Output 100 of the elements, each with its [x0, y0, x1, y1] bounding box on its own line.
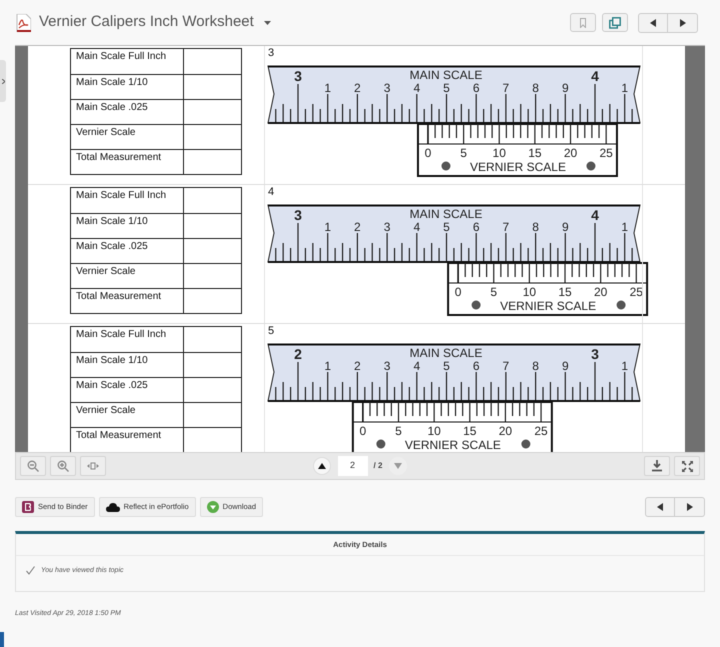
zoom-in-button[interactable] — [50, 456, 76, 476]
fit-width-button[interactable] — [80, 456, 106, 476]
scale-number: 3 — [384, 220, 390, 234]
inch-number: 4 — [591, 68, 599, 84]
scale-number: 8 — [532, 81, 539, 95]
table-cell: Vernier Scale — [71, 264, 184, 288]
download-icon — [651, 460, 663, 472]
next-button[interactable] — [675, 497, 705, 517]
previous-button[interactable] — [638, 12, 668, 32]
scale-number: 2 — [354, 359, 361, 373]
vernier-number: 25 — [630, 285, 643, 299]
scale-number: 9 — [562, 81, 569, 95]
open-window-button[interactable] — [602, 13, 628, 32]
windows-icon — [609, 16, 621, 28]
checkmark-icon — [26, 566, 35, 575]
scale-number: 8 — [532, 359, 539, 373]
fit-width-icon — [87, 462, 99, 470]
scale-number: 8 — [532, 220, 539, 234]
pdf-file-icon — [16, 14, 31, 32]
vernier-number: 10 — [492, 146, 506, 160]
scale-number: 1 — [324, 81, 332, 95]
vernier-number: 10 — [522, 285, 536, 299]
table-cell: Main Scale 1/10 — [71, 214, 184, 238]
table-cell: Vernier Scale — [71, 125, 184, 149]
scale-title: MAIN SCALE — [410, 68, 482, 82]
scale-number: 2 — [354, 220, 361, 234]
caret-down-icon[interactable] — [264, 20, 271, 24]
scale-number: 6 — [472, 81, 480, 95]
vernier-number: 0 — [424, 146, 432, 160]
inch-number: 3 — [294, 68, 302, 84]
up-triangle-icon — [318, 463, 326, 469]
page-count: / 2 — [374, 460, 382, 472]
vernier-number: 25 — [534, 424, 548, 438]
zoom-out-button[interactable] — [20, 456, 46, 476]
scale-number: 6 — [472, 359, 480, 373]
fullscreen-icon — [682, 460, 692, 472]
fullscreen-button[interactable] — [674, 456, 700, 476]
vernier-number: 15 — [558, 285, 572, 299]
vernier-number: 10 — [427, 424, 441, 438]
zoom-out-icon — [27, 460, 39, 472]
right-triangle-icon — [680, 18, 686, 26]
next-button[interactable] — [668, 12, 698, 32]
download-button[interactable] — [644, 456, 670, 476]
table-cell: Main Scale .025 — [71, 378, 184, 402]
scale-title: VERNIER SCALE — [404, 438, 501, 452]
table-cell: Main Scale Full Inch — [71, 188, 184, 213]
inch-number: 2 — [294, 346, 302, 362]
scale-title: VERNIER SCALE — [470, 160, 566, 174]
table-cell: Main Scale 1/10 — [71, 75, 184, 99]
down-triangle-icon — [394, 463, 402, 469]
scale-number: 5 — [443, 81, 450, 95]
scale-number: 7 — [502, 220, 510, 234]
vernier-number: 20 — [498, 424, 512, 438]
scale-number: 4 — [413, 81, 420, 95]
scale-number: 1 — [621, 359, 628, 373]
table-cell: Main Scale Full Inch — [71, 49, 184, 74]
vernier-number: 15 — [528, 146, 542, 160]
scale-title: VERNIER SCALE — [500, 299, 596, 313]
inch-number: 3 — [294, 207, 302, 223]
binder-icon — [22, 501, 34, 513]
vernier-number: 20 — [564, 146, 578, 160]
side-tab[interactable] — [0, 60, 6, 102]
bookmark-icon — [580, 18, 586, 28]
chevron-right-icon — [2, 78, 4, 84]
scale-number: 4 — [413, 220, 420, 234]
vernier-number: 0 — [360, 424, 366, 438]
table-cell: Main Scale .025 — [71, 239, 184, 263]
scale-number: 3 — [384, 359, 390, 373]
vernier-number: 20 — [594, 285, 608, 299]
table-cell: Main Scale Full Inch — [71, 327, 184, 352]
table-cell: Main Scale .025 — [71, 100, 184, 124]
document-title: Vernier Calipers Inch Worksheet — [39, 12, 254, 32]
scale-number: 3 — [384, 81, 390, 95]
previous-button[interactable] — [645, 497, 675, 517]
scale-number: 1 — [621, 81, 628, 95]
vernier-number: 15 — [463, 424, 476, 438]
vernier-number: 25 — [599, 146, 613, 160]
vernier-number: 5 — [395, 424, 402, 438]
left-triangle-icon — [657, 503, 663, 511]
inch-number: 3 — [591, 346, 599, 362]
cloud-icon — [106, 502, 120, 512]
zoom-in-icon — [57, 460, 69, 472]
inch-number: 4 — [591, 207, 599, 223]
table-cell: Main Scale 1/10 — [71, 353, 184, 377]
scale-number: 4 — [413, 359, 420, 373]
problem-number: 3 — [268, 46, 274, 60]
scale-number: 5 — [443, 220, 450, 234]
scale-number: 5 — [443, 359, 450, 373]
scale-number: 2 — [354, 81, 361, 95]
scale-number: 1 — [324, 220, 332, 234]
page-input[interactable]: 2 — [338, 456, 368, 476]
scale-title: MAIN SCALE — [410, 207, 482, 221]
vernier-number: 5 — [490, 285, 498, 299]
left-triangle-icon — [650, 18, 656, 26]
scale-number: 9 — [562, 220, 569, 234]
previous-page-button[interactable] — [312, 457, 331, 475]
download-icon — [206, 501, 219, 513]
scale-number: 1 — [324, 359, 332, 373]
problem-number: 4 — [268, 185, 274, 199]
right-triangle-icon — [686, 503, 692, 511]
